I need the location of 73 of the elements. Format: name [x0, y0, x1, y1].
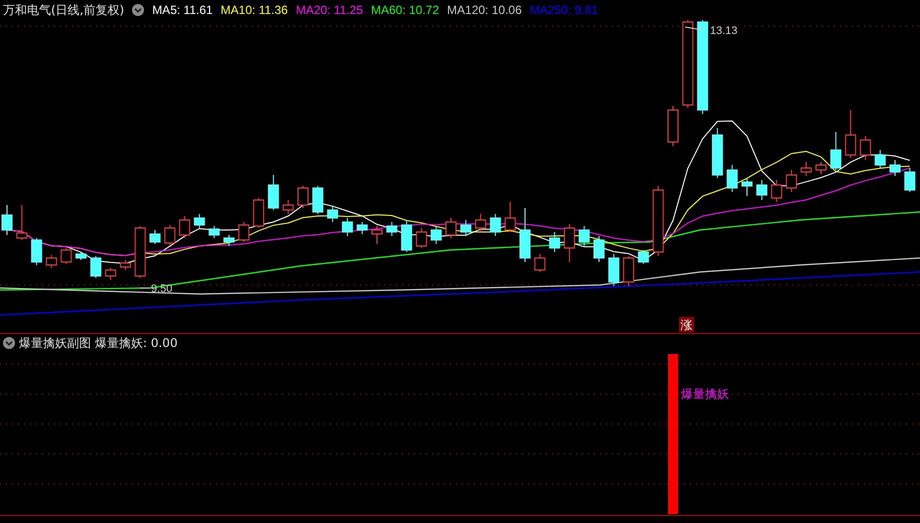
- candlestick: [446, 218, 456, 238]
- candlestick: [608, 254, 620, 286]
- candlestick: [60, 248, 72, 264]
- candlestick: [90, 256, 102, 278]
- candlestick: [416, 228, 427, 248]
- candlestick: [578, 226, 590, 246]
- candlestick: [105, 268, 116, 280]
- candlestick: [150, 230, 160, 244]
- candlestick: [16, 204, 28, 240]
- candlestick: [549, 232, 560, 252]
- candlestick: [327, 206, 338, 222]
- candlestick: [134, 226, 146, 278]
- candlestick: [268, 174, 279, 210]
- indicator-reading: MA250: 9.81: [530, 3, 598, 17]
- candlestick: [208, 226, 220, 238]
- candlestick: [771, 180, 782, 202]
- candlestick: [356, 222, 368, 234]
- candlestick: [179, 216, 190, 238]
- indicator-reading: MA60: 10.72: [370, 3, 440, 17]
- candlestick: [726, 164, 738, 192]
- candlestick: [756, 180, 768, 200]
- candlestick: [31, 238, 42, 266]
- candlestick: [312, 186, 324, 214]
- candlestick: [890, 160, 900, 176]
- candlestick: [860, 136, 871, 160]
- candlestick: [282, 200, 294, 214]
- indicator-title: 爆量擒妖副图: [19, 334, 91, 352]
- candlestick: [164, 224, 176, 246]
- candlestick: [460, 220, 472, 236]
- indicator-reading: 爆量擒妖: 0.00: [95, 334, 178, 352]
- candlestick: [46, 254, 57, 268]
- collapse-icon[interactable]: [132, 4, 144, 16]
- candlestick: [594, 236, 604, 262]
- candlestick: [490, 214, 501, 236]
- candlestick: [874, 150, 886, 168]
- candlestick: [224, 234, 234, 246]
- candlestick: [623, 256, 634, 286]
- candlestick: [372, 226, 382, 244]
- indicator-reading: MA120: 10.06: [447, 3, 522, 17]
- indicator-reading: MA10: 11.36: [220, 3, 288, 17]
- candlestick: [712, 128, 723, 178]
- indicator-reading: MA20: 11.25: [296, 3, 363, 17]
- candlestick: [520, 208, 530, 262]
- candlestick: [786, 170, 797, 192]
- candlestick: [845, 110, 856, 158]
- candlestick: [194, 214, 205, 228]
- collapse-icon[interactable]: [3, 337, 15, 349]
- candlestick: [830, 132, 842, 170]
- candlestick: [475, 214, 486, 232]
- indicator-reading: MA5: 11.61: [152, 3, 213, 17]
- candlestick: [342, 218, 353, 236]
- candlestick: [401, 220, 412, 252]
- candlestick: [904, 168, 916, 192]
- candlestick: [638, 250, 649, 264]
- candlestick: [504, 202, 516, 232]
- candlestick: [534, 254, 546, 272]
- candlestick: [430, 226, 442, 244]
- candlestick: [238, 222, 250, 242]
- stock-title: 万和电气(日线,前复权): [3, 2, 124, 18]
- candlestick: [120, 260, 131, 270]
- candlestick: [668, 106, 678, 146]
- signal-label: 爆量擒妖: [681, 387, 729, 401]
- candlestick: [2, 204, 12, 236]
- candlestick: [253, 198, 264, 228]
- candlestick: [742, 178, 752, 196]
- candlestick: [816, 162, 826, 174]
- candlestick: [386, 222, 398, 236]
- candlestick: [298, 186, 308, 208]
- limit-up-badge: 涨: [679, 317, 694, 332]
- candlestick: [564, 224, 575, 262]
- candlestick: [800, 162, 812, 176]
- candlestick: [652, 186, 664, 256]
- candlestick: [76, 252, 86, 260]
